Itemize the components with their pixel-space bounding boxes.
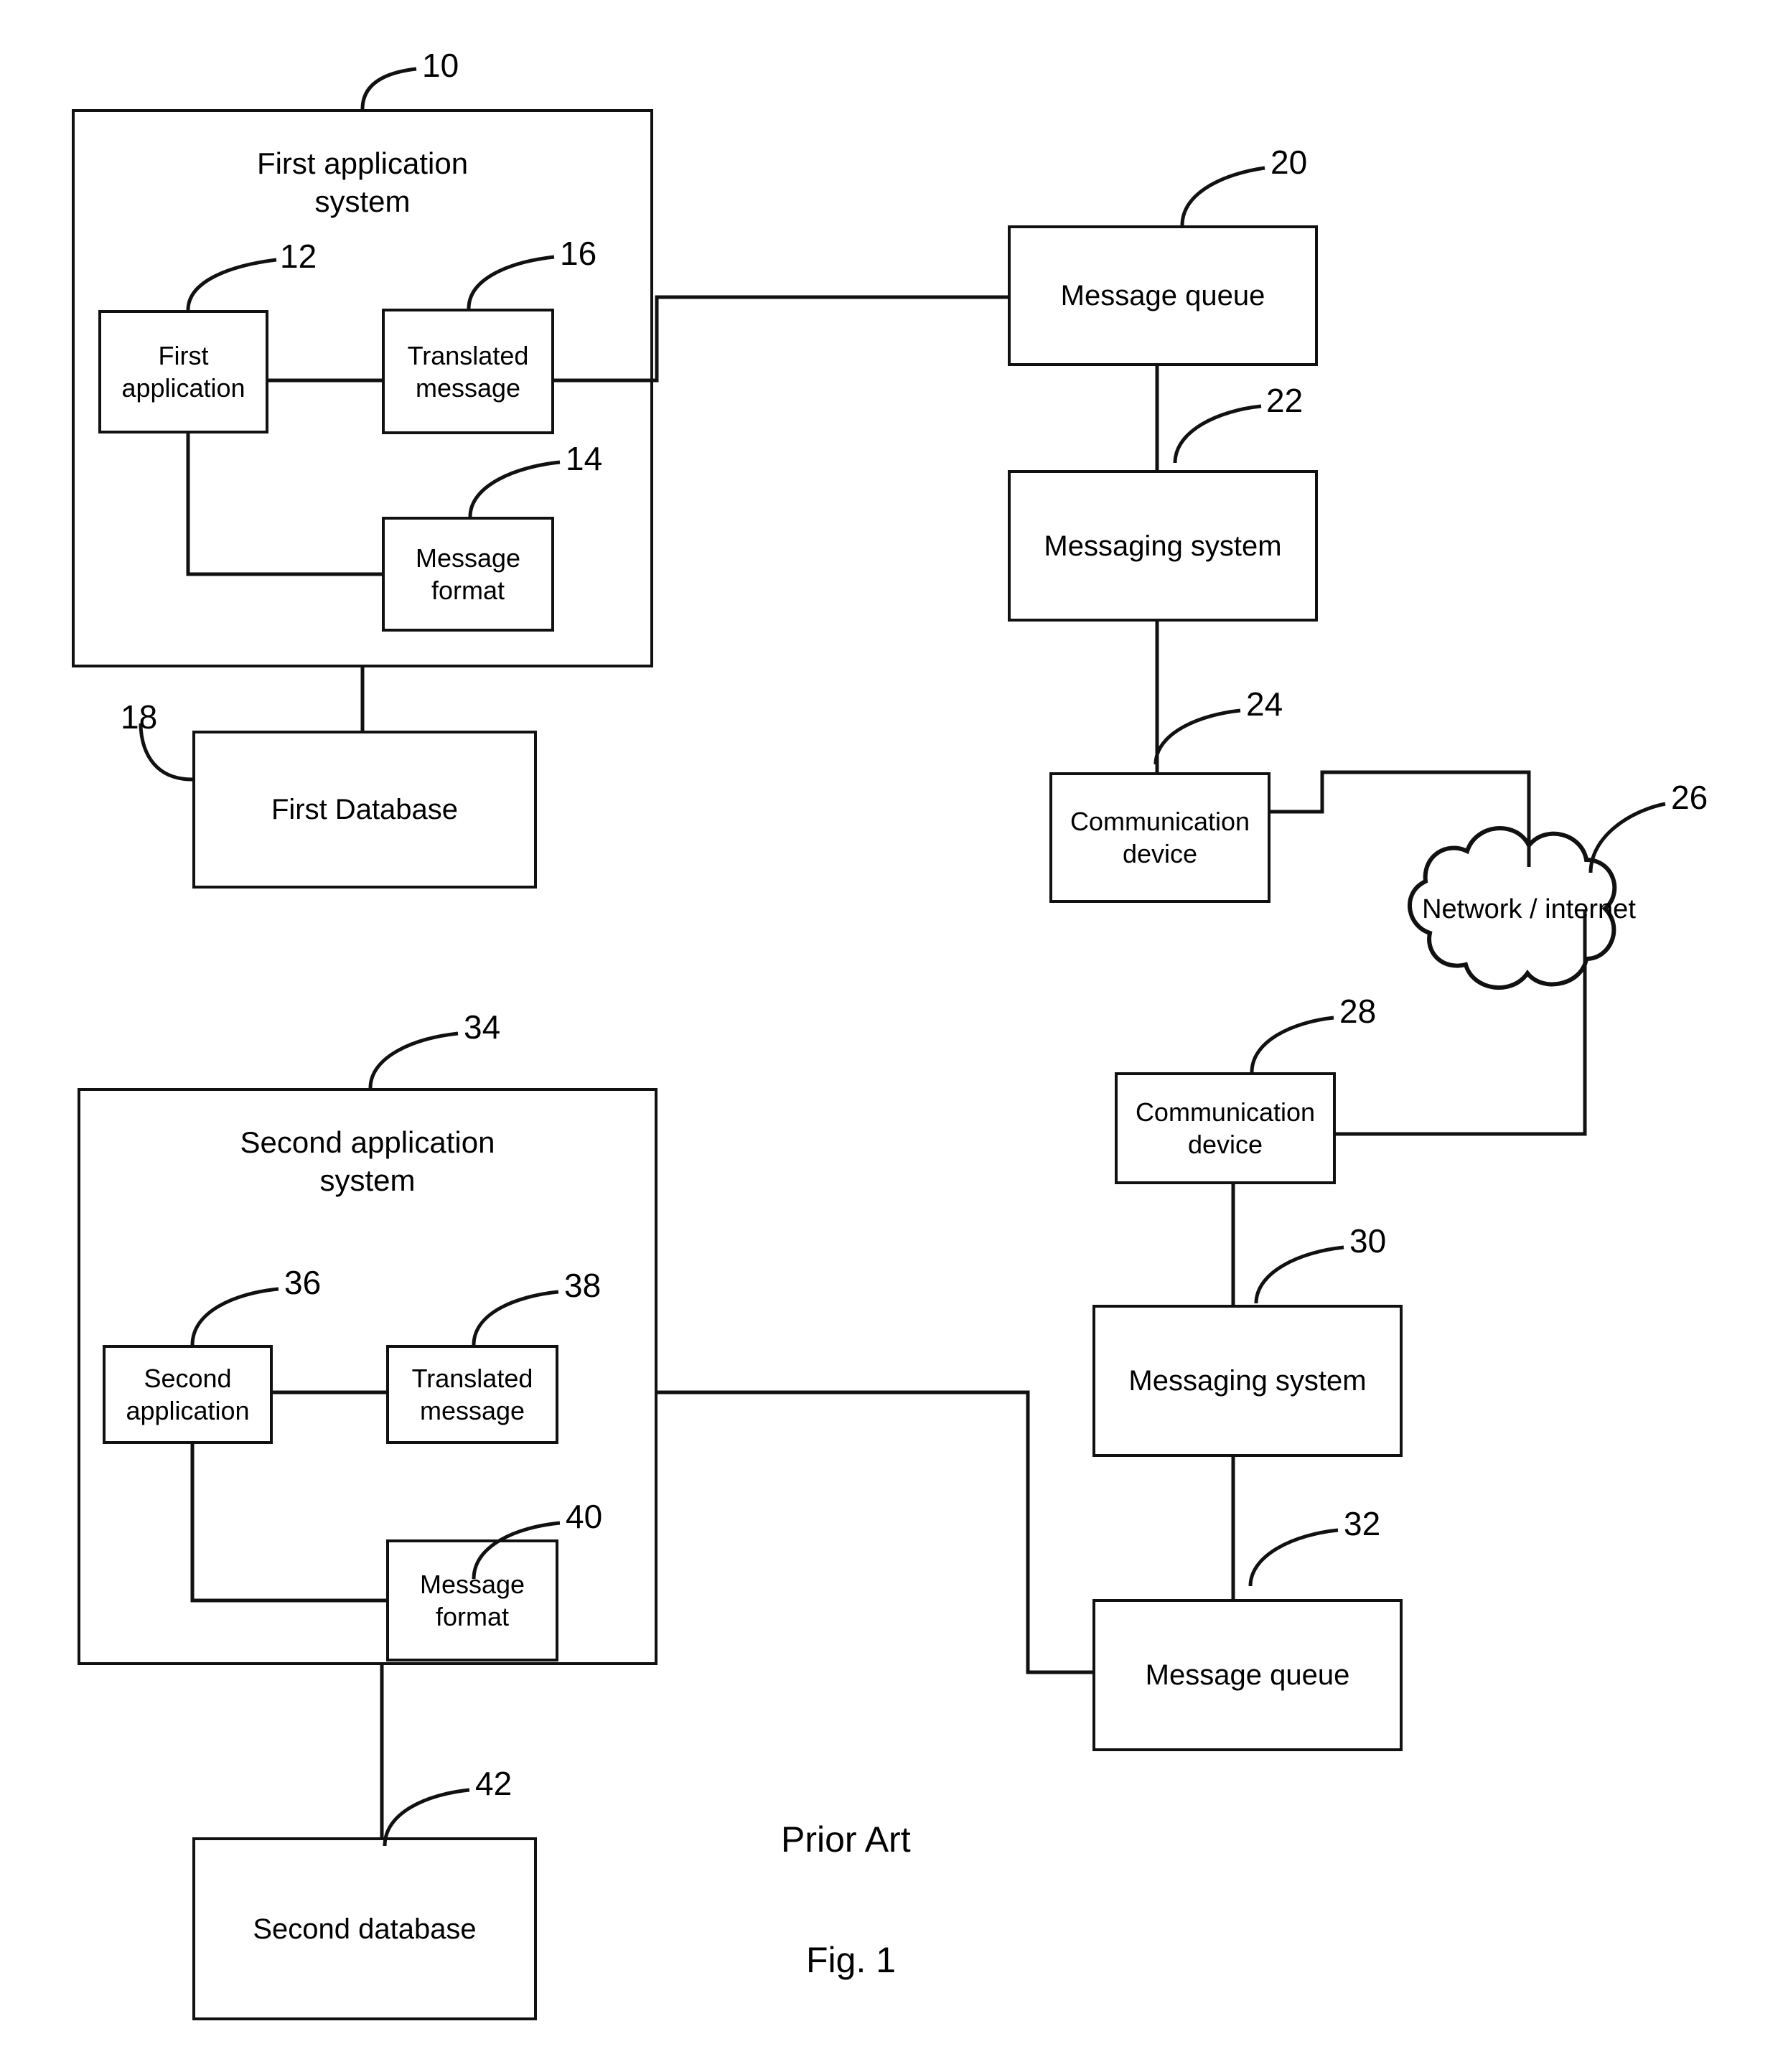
leader-28 <box>1250 1016 1334 1073</box>
leader-30 <box>1254 1245 1344 1304</box>
ref-numeral-32: 32 <box>1344 1505 1381 1542</box>
communication-device-box-1[interactable]: Communication device <box>1049 772 1270 903</box>
communication-device-label-2: Communication device <box>1135 1097 1316 1159</box>
second-application-box[interactable]: Second application <box>103 1345 273 1444</box>
translated-message-box-1[interactable]: Translated message <box>382 309 554 434</box>
leader-34 <box>368 1031 459 1089</box>
message-format-box-2[interactable]: Message format <box>386 1539 558 1661</box>
communication-device-box-2[interactable]: Communication device <box>1115 1072 1336 1184</box>
second-application-system-label: Second application system <box>240 1125 495 1197</box>
first-database-label: First Database <box>271 794 459 825</box>
first-application-system-label: First application system <box>256 146 469 218</box>
ref-numeral-14: 14 <box>566 440 603 477</box>
link-24-26 <box>1270 770 1531 867</box>
ref-numeral-36: 36 <box>284 1264 322 1301</box>
leader-32 <box>1248 1528 1339 1587</box>
leader-20 <box>1180 166 1265 226</box>
messaging-system-label-1: Messaging system <box>1044 530 1282 562</box>
ref-numeral-42: 42 <box>475 1765 513 1802</box>
ref-numeral-26: 26 <box>1671 779 1708 816</box>
translated-message-box-2[interactable]: Translated message <box>386 1345 558 1444</box>
second-application-label: Second application <box>126 1364 250 1425</box>
ref-numeral-30: 30 <box>1349 1222 1387 1260</box>
first-database-box[interactable]: First Database <box>192 731 537 889</box>
first-application-box[interactable]: First application <box>98 310 268 433</box>
ref-numeral-34: 34 <box>464 1008 501 1046</box>
link-32-34 <box>657 1390 1092 1674</box>
message-queue-box-1[interactable]: Message queue <box>1008 225 1318 366</box>
network-internet-label: Network / internet <box>1422 894 1636 924</box>
second-database-box[interactable]: Second database <box>192 1837 537 2020</box>
message-queue-label-1: Message queue <box>1060 280 1265 311</box>
ref-numeral-20: 20 <box>1270 144 1308 181</box>
leader-24 <box>1153 708 1241 765</box>
translated-message-label-2: Translated message <box>411 1364 533 1425</box>
prior-art-caption: Prior Art <box>781 1819 911 1860</box>
message-queue-label-2: Message queue <box>1145 1659 1350 1691</box>
second-database-label: Second database <box>253 1913 477 1945</box>
figure-number-caption: Fig. 1 <box>806 1940 897 1980</box>
message-format-label-1: Message format <box>415 543 521 605</box>
first-application-label: First application <box>121 341 245 403</box>
ref-numeral-40: 40 <box>566 1498 603 1535</box>
leader-22 <box>1173 404 1262 464</box>
messaging-system-box-2[interactable]: Messaging system <box>1092 1305 1403 1457</box>
leader-26 <box>1588 802 1666 873</box>
ref-numeral-24: 24 <box>1246 685 1283 723</box>
patent-figure: First application system First applicati… <box>0 0 1783 2072</box>
ref-numeral-10: 10 <box>422 47 459 84</box>
message-queue-box-2[interactable]: Message queue <box>1092 1599 1403 1751</box>
communication-device-label-1: Communication device <box>1070 807 1250 868</box>
ref-numeral-22: 22 <box>1266 382 1304 419</box>
translated-message-label-1: Translated message <box>407 340 529 403</box>
message-format-box-1[interactable]: Message format <box>382 517 554 632</box>
messaging-system-label-2: Messaging system <box>1128 1365 1367 1397</box>
ref-numeral-12: 12 <box>280 238 317 275</box>
leader-10 <box>360 67 417 110</box>
messaging-system-box-1[interactable]: Messaging system <box>1008 470 1318 622</box>
ref-numeral-28: 28 <box>1339 993 1377 1030</box>
ref-numeral-16: 16 <box>560 235 597 272</box>
message-format-label-2: Message format <box>419 1570 525 1631</box>
ref-numeral-38: 38 <box>564 1267 602 1304</box>
ref-numeral-18: 18 <box>121 698 158 736</box>
